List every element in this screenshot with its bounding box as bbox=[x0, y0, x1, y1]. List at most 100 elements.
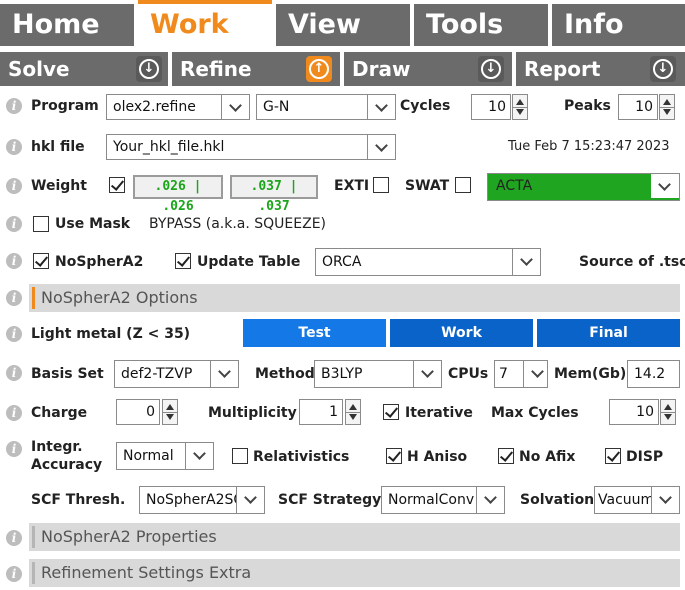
cpus-select[interactable]: 7 bbox=[494, 360, 548, 388]
update-table-checkbox[interactable] bbox=[175, 253, 191, 269]
peaks-label: Peaks bbox=[564, 98, 611, 114]
tsc-source-select[interactable]: ORCA bbox=[315, 248, 541, 276]
multiplicity-spinner[interactable] bbox=[345, 399, 361, 425]
use-mask-checkbox[interactable] bbox=[33, 216, 49, 232]
section-nospher-options[interactable]: NoSpherA2 Options bbox=[29, 284, 680, 312]
circle-up-arrow-icon[interactable]: ↑ bbox=[306, 56, 332, 82]
no-afix-label: No Afix bbox=[519, 449, 576, 465]
chevron-down-icon bbox=[221, 95, 249, 119]
integration-accuracy-select[interactable]: Normal bbox=[116, 442, 214, 470]
subtab-solve[interactable]: Solve ↓ bbox=[0, 52, 168, 86]
method-select[interactable]: G-N bbox=[256, 94, 396, 120]
swat-label: SWAT bbox=[405, 178, 450, 194]
subtab-draw[interactable]: Draw ↓ bbox=[344, 52, 512, 86]
iterative-checkbox[interactable] bbox=[383, 404, 399, 420]
chevron-down-icon bbox=[476, 487, 504, 513]
info-icon[interactable]: i bbox=[6, 441, 22, 457]
h-aniso-label: H Aniso bbox=[407, 449, 468, 465]
test-button[interactable]: Test bbox=[243, 319, 386, 347]
subtab-report[interactable]: Report ↓ bbox=[516, 52, 685, 86]
program-label: Program bbox=[31, 98, 99, 114]
chevron-down-icon bbox=[236, 487, 264, 513]
relativistics-checkbox[interactable] bbox=[232, 448, 248, 464]
max-cycles-input[interactable]: 10 bbox=[609, 399, 659, 425]
no-afix-checkbox[interactable] bbox=[498, 448, 514, 464]
charge-input[interactable]: 0 bbox=[116, 399, 160, 425]
bypass-text[interactable]: BYPASS (a.k.a. SQUEEZE) bbox=[149, 216, 326, 232]
chevron-down-icon bbox=[523, 361, 547, 387]
info-icon[interactable]: i bbox=[6, 365, 22, 381]
peaks-spinner[interactable] bbox=[659, 94, 675, 120]
charge-spinner[interactable] bbox=[162, 399, 178, 425]
info-icon[interactable]: i bbox=[6, 139, 22, 155]
scf-strategy-label: SCF Strategy bbox=[278, 492, 382, 508]
tab-home[interactable]: Home bbox=[0, 4, 134, 46]
hkl-label: hkl file bbox=[31, 139, 85, 155]
mem-input[interactable]: 14.2 bbox=[627, 360, 680, 388]
cycles-spinner[interactable] bbox=[512, 94, 528, 120]
info-icon[interactable]: i bbox=[6, 405, 22, 421]
weight-suggested[interactable]: .037 | .037 bbox=[230, 175, 318, 214]
info-icon[interactable]: i bbox=[6, 253, 22, 269]
subtab-report-label: Report bbox=[524, 57, 601, 81]
info-icon[interactable]: i bbox=[6, 326, 22, 342]
chevron-down-icon bbox=[651, 487, 679, 513]
cpus-label: CPUs bbox=[448, 366, 489, 382]
basis-set-select[interactable]: def2-TZVP bbox=[114, 360, 239, 388]
integr-label-2: Accuracy bbox=[31, 457, 103, 473]
subtab-solve-label: Solve bbox=[8, 57, 70, 81]
integration-accuracy-value: Normal bbox=[123, 448, 174, 464]
nospher-checkbox[interactable] bbox=[33, 253, 49, 269]
tab-info[interactable]: Info bbox=[552, 4, 685, 46]
info-icon[interactable]: i bbox=[6, 98, 22, 114]
subtab-refine-label: Refine bbox=[180, 57, 252, 81]
tab-view[interactable]: View bbox=[276, 4, 410, 46]
circle-down-arrow-icon[interactable]: ↓ bbox=[650, 56, 676, 82]
subtab-refine[interactable]: Refine ↑ bbox=[172, 52, 340, 86]
nospher-label: NoSpherA2 bbox=[55, 254, 144, 270]
section-nospher-properties[interactable]: NoSpherA2 Properties bbox=[29, 523, 680, 551]
h-aniso-checkbox[interactable] bbox=[386, 448, 402, 464]
weight-current[interactable]: .026 | .026 bbox=[133, 175, 223, 214]
relativistics-label: Relativistics bbox=[253, 449, 350, 465]
method-value: G-N bbox=[263, 99, 290, 115]
exti-checkbox[interactable] bbox=[373, 177, 389, 193]
light-metal-label: Light metal (Z < 35) bbox=[31, 326, 191, 342]
work-button[interactable]: Work bbox=[390, 319, 533, 347]
circle-down-arrow-icon[interactable]: ↓ bbox=[136, 56, 162, 82]
swat-checkbox[interactable] bbox=[455, 177, 471, 193]
info-icon[interactable]: i bbox=[6, 530, 22, 546]
info-icon[interactable]: i bbox=[6, 290, 22, 306]
update-table-label: Update Table bbox=[197, 254, 301, 270]
dft-method-select[interactable]: B3LYP bbox=[314, 360, 442, 388]
charge-label: Charge bbox=[31, 405, 88, 421]
acta-select[interactable]: ACTA bbox=[487, 173, 680, 201]
circle-down-arrow-icon[interactable]: ↓ bbox=[478, 56, 504, 82]
weight-checkbox[interactable] bbox=[109, 177, 125, 193]
chevron-down-icon bbox=[210, 361, 238, 387]
info-icon[interactable]: i bbox=[6, 566, 22, 582]
hkl-timestamp: Tue Feb 7 15:23:47 2023 bbox=[508, 139, 670, 154]
info-icon[interactable]: i bbox=[6, 178, 22, 194]
scf-strategy-select[interactable]: NormalConv bbox=[381, 486, 505, 514]
disp-checkbox[interactable] bbox=[605, 448, 621, 464]
scf-thresh-label: SCF Thresh. bbox=[31, 492, 126, 508]
acta-value: ACTA bbox=[496, 178, 533, 194]
info-icon[interactable]: i bbox=[6, 216, 22, 232]
integr-label-1: Integr. bbox=[31, 439, 83, 455]
cycles-input[interactable]: 10 bbox=[471, 94, 511, 120]
multiplicity-input[interactable]: 1 bbox=[299, 399, 343, 425]
dft-method-value: B3LYP bbox=[321, 366, 363, 382]
max-cycles-spinner[interactable] bbox=[660, 399, 676, 425]
scf-thresh-select[interactable]: NoSpherA2SCF bbox=[139, 486, 265, 514]
peaks-input[interactable]: 10 bbox=[618, 94, 658, 120]
solvation-label: Solvation bbox=[520, 492, 595, 508]
section-refinement-extra[interactable]: Refinement Settings Extra bbox=[29, 559, 680, 587]
solvation-select[interactable]: Vacuum bbox=[594, 486, 680, 514]
tab-work[interactable]: Work bbox=[138, 0, 272, 46]
final-button[interactable]: Final bbox=[537, 319, 680, 347]
program-select[interactable]: olex2.refine bbox=[106, 94, 250, 120]
tab-tools[interactable]: Tools bbox=[414, 4, 548, 46]
weight-label: Weight bbox=[31, 178, 87, 194]
hkl-file-select[interactable]: Your_hkl_file.hkl bbox=[106, 134, 396, 160]
